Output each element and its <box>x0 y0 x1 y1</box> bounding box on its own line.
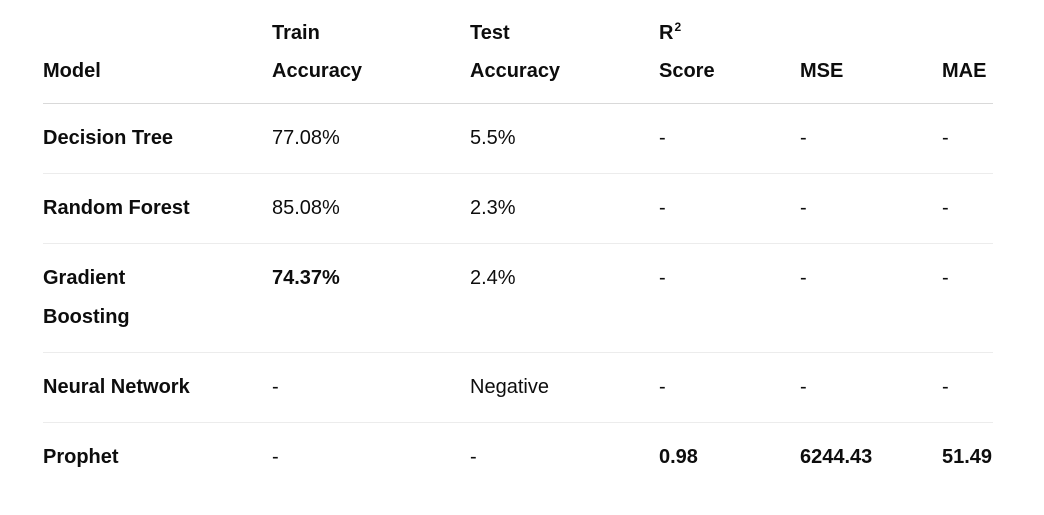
header-mse: MSE <box>800 0 942 104</box>
model-name-text: Random Forest <box>43 197 190 219</box>
model-comparison-table-container: Model Train Accuracy Test Accuracy R2 Sc… <box>43 0 993 492</box>
cell-mse: - <box>800 352 942 423</box>
header-mae-line-2: MAE <box>942 60 987 82</box>
cell-r2-score: - <box>659 352 800 423</box>
table-row-decision-tree: Decision Tree 77.08% 5.5% - - - <box>43 103 993 174</box>
cell-r2-score: 0.98 <box>659 446 698 468</box>
header-row: Model Train Accuracy Test Accuracy R2 Sc… <box>43 0 993 104</box>
table-row-prophet: Prophet - - 0.98 6244.43 51.49 <box>43 423 993 493</box>
header-r2-letter: R <box>659 22 674 44</box>
model-name-text: Decision Tree <box>43 127 174 149</box>
model-name-text: Prophet <box>43 446 119 468</box>
header-train-accuracy-line-1: Train <box>272 22 320 44</box>
model-name-text: Neural Network <box>43 376 190 398</box>
model-name-line-2: Boosting <box>43 306 130 328</box>
cell-mse: 6244.43 <box>800 446 873 468</box>
cell-test-accuracy: - <box>470 446 477 468</box>
table-row-gradient-boosting: Gradient Boosting 74.37% 2.4% - - - <box>43 243 993 353</box>
header-mse-line-2: MSE <box>800 60 844 82</box>
cell-model: Gradient Boosting <box>43 243 272 353</box>
cell-mae: - <box>942 352 993 423</box>
cell-mse: - <box>800 103 942 174</box>
table-row-random-forest: Random Forest 85.08% 2.3% - - - <box>43 173 993 244</box>
header-r2-superscript: 2 <box>674 20 682 35</box>
header-model: Model <box>43 0 272 104</box>
header-train-accuracy-line-2: Accuracy <box>272 60 363 82</box>
cell-test-accuracy: 2.3% <box>470 173 659 244</box>
header-r2-score-line-1: R2 <box>659 14 800 52</box>
cell-train-accuracy: 85.08% <box>272 173 470 244</box>
cell-mse: - <box>800 173 942 244</box>
header-mae: MAE <box>942 0 993 104</box>
cell-mae: 51.49 <box>942 446 993 468</box>
cell-test-accuracy: Negative <box>470 352 659 423</box>
model-name-line-1: Gradient <box>43 267 126 289</box>
cell-train-accuracy: 77.08% <box>272 103 470 174</box>
cell-r2-score: - <box>659 103 800 174</box>
cell-mae: - <box>942 103 993 174</box>
cell-mse: - <box>800 243 942 353</box>
header-model-line-2: Model <box>43 60 101 82</box>
header-r2-score-line-2: Score <box>659 60 715 82</box>
table-header: Model Train Accuracy Test Accuracy R2 Sc… <box>43 0 993 104</box>
cell-train-accuracy: - <box>272 446 279 468</box>
cell-r2-score: - <box>659 243 800 353</box>
cell-train-accuracy: 74.37% <box>272 243 470 353</box>
cell-test-accuracy: 5.5% <box>470 103 659 174</box>
cell-mae: - <box>942 173 993 244</box>
model-comparison-table: Model Train Accuracy Test Accuracy R2 Sc… <box>43 0 993 492</box>
header-test-accuracy-line-2: Accuracy <box>470 60 561 82</box>
header-train-accuracy: Train Accuracy <box>272 0 470 104</box>
header-r2-score: R2 Score <box>659 0 800 104</box>
cell-model: Neural Network <box>43 352 272 423</box>
table-row-neural-network: Neural Network - Negative - - - <box>43 352 993 423</box>
header-test-accuracy-line-1: Test <box>470 22 510 44</box>
cell-r2-score: - <box>659 173 800 244</box>
cell-mae: - <box>942 243 993 353</box>
cell-train-accuracy: - <box>272 352 470 423</box>
table-body: Decision Tree 77.08% 5.5% - - - Random F… <box>43 103 993 493</box>
header-test-accuracy: Test Accuracy <box>470 0 659 104</box>
cell-model: Random Forest <box>43 173 272 244</box>
cell-model: Prophet <box>43 423 272 493</box>
cell-model: Decision Tree <box>43 103 272 174</box>
cell-test-accuracy: 2.4% <box>470 243 659 353</box>
